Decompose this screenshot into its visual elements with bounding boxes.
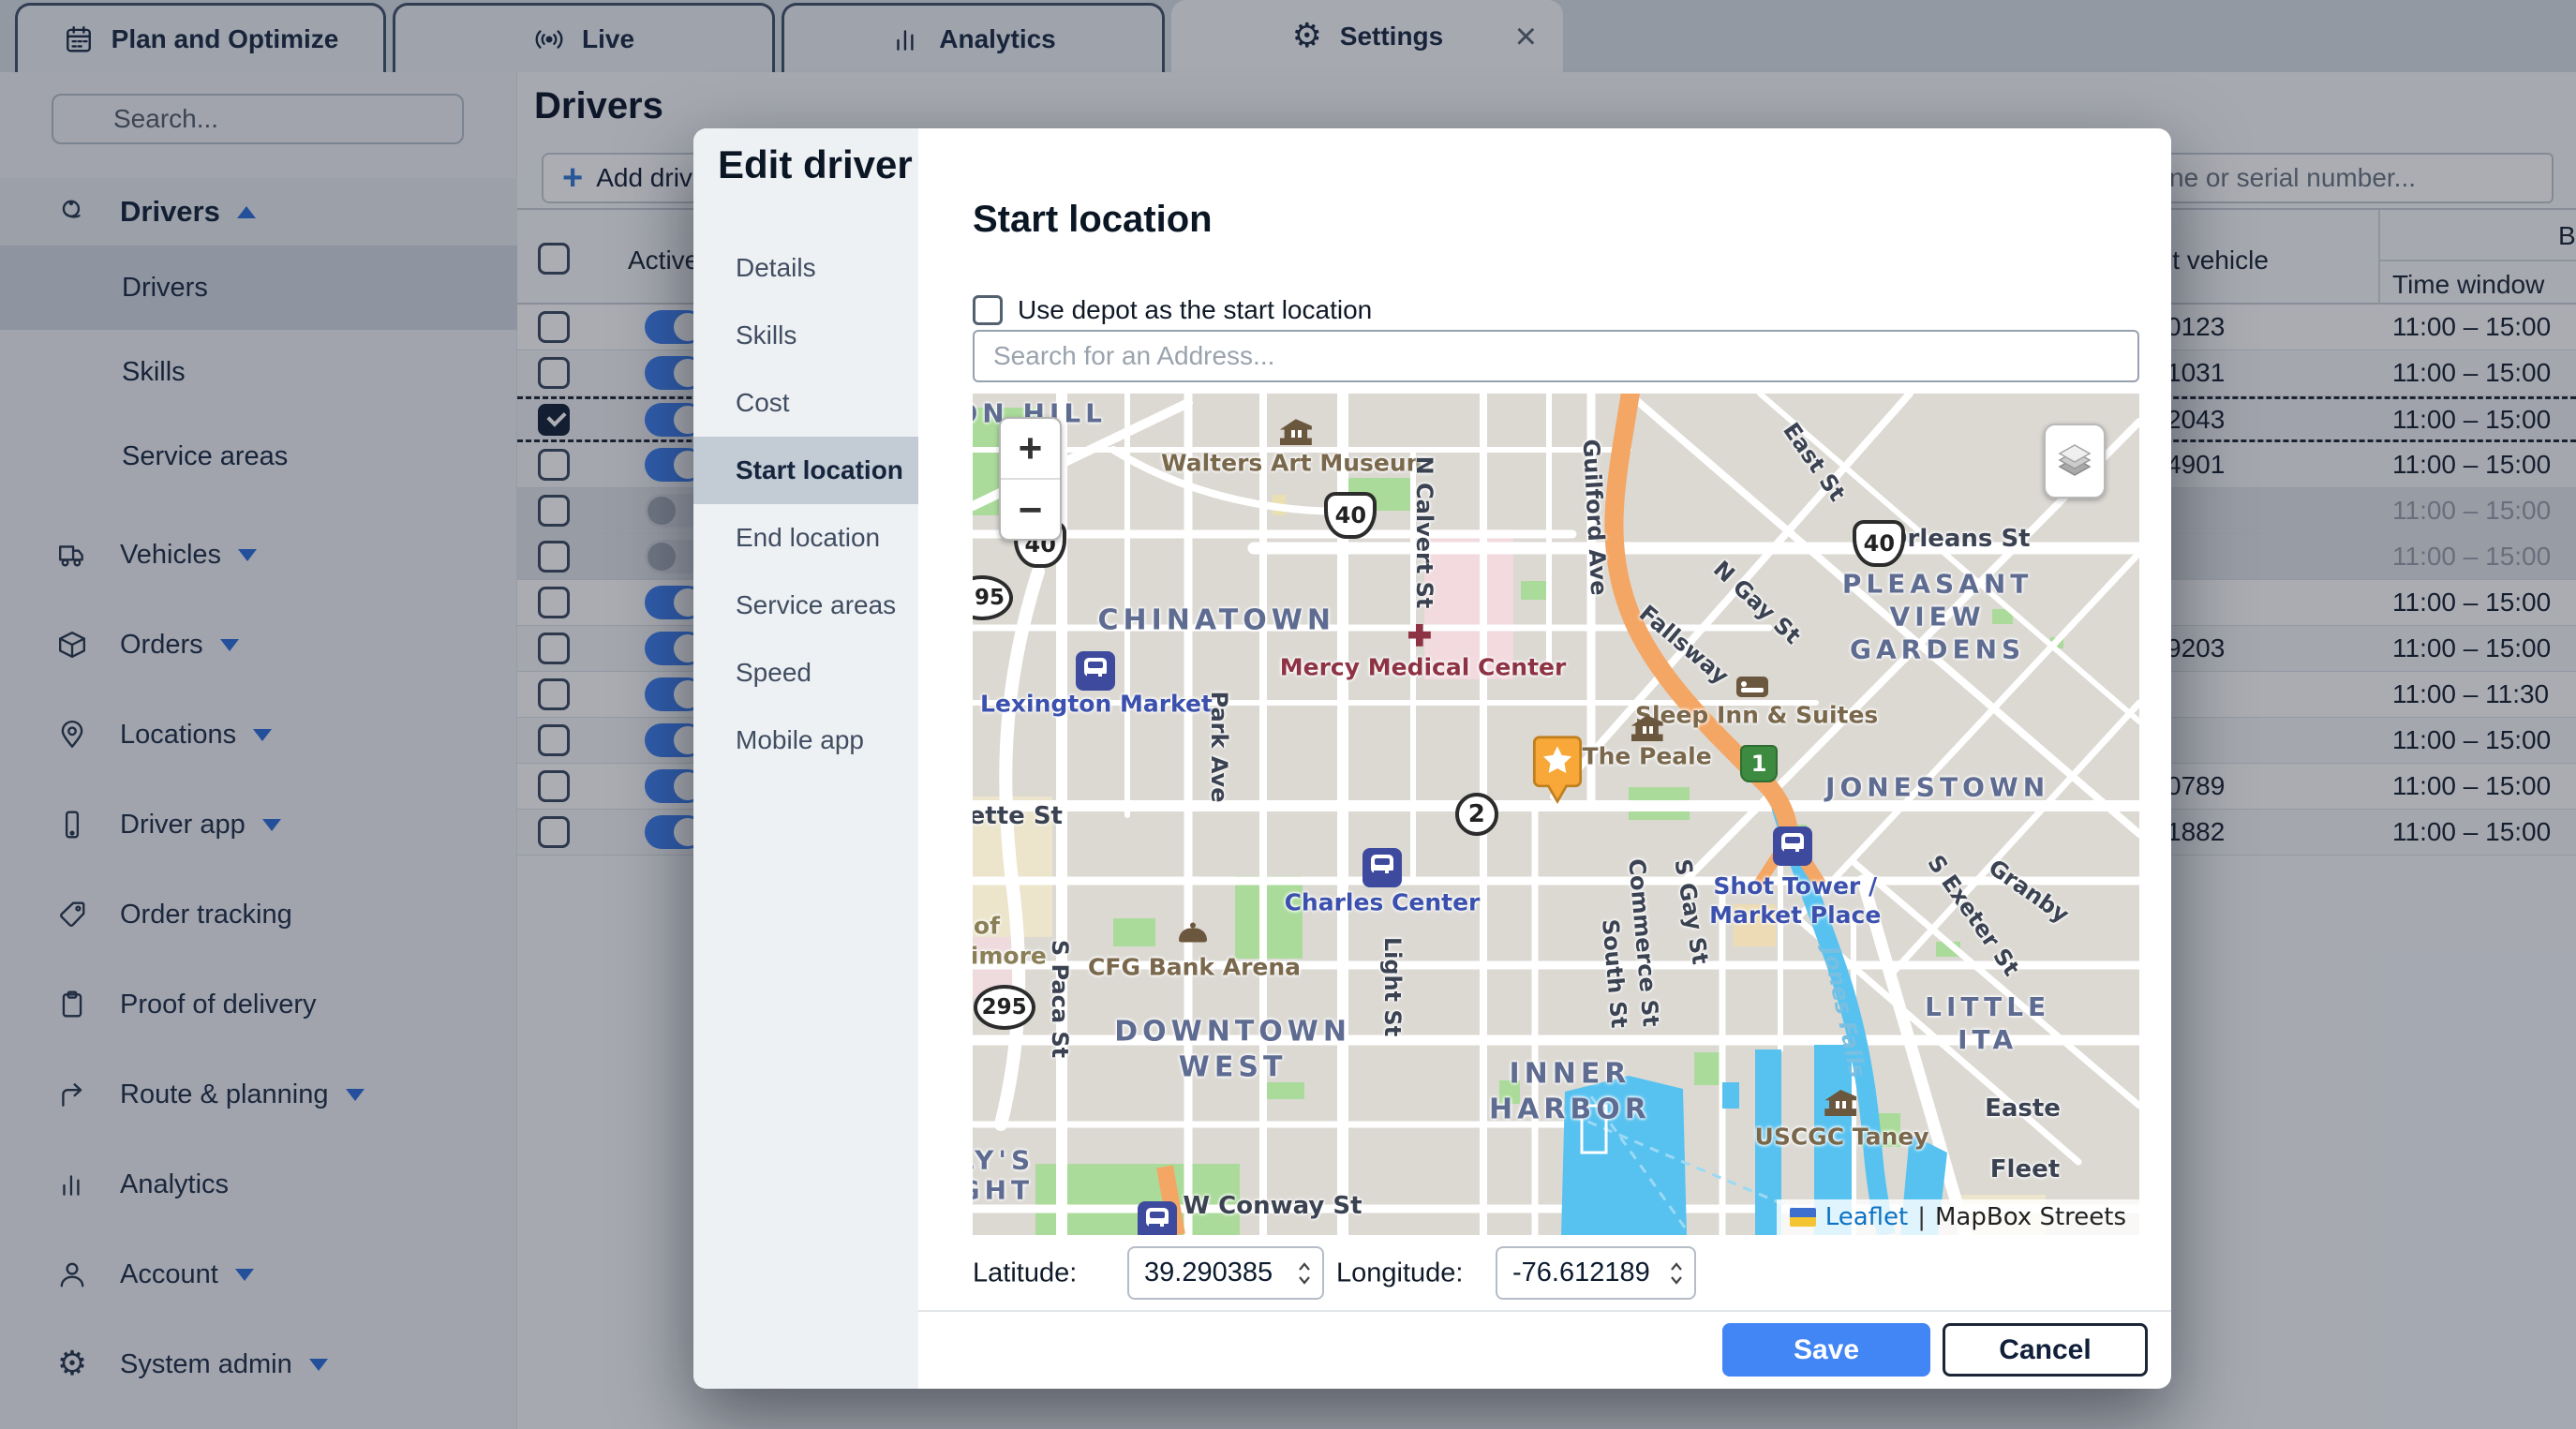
map-label: timore bbox=[973, 941, 1047, 970]
map-label: LITTLE ITA bbox=[1912, 990, 2063, 1056]
map-label: Lexington Market bbox=[980, 690, 1213, 719]
use-depot-checkbox[interactable] bbox=[973, 295, 1003, 325]
map-label: DOWNTOWN WEST bbox=[1114, 1015, 1351, 1085]
map-label: The Peale bbox=[1583, 741, 1712, 770]
latitude-input[interactable]: 39.290385 bbox=[1127, 1246, 1324, 1300]
modal-nav: DetailsSkillsCostStart locationEnd locat… bbox=[693, 128, 918, 1389]
route-shield-1: 1 bbox=[1740, 745, 1778, 782]
map-label: Shot Tower / Market Place bbox=[1709, 871, 1881, 930]
edit-driver-modal: DetailsSkillsCostStart locationEnd locat… bbox=[693, 128, 2171, 1389]
footer-divider bbox=[918, 1310, 2171, 1312]
spinner-icon[interactable] bbox=[1668, 1259, 1685, 1288]
transit-icon bbox=[1076, 651, 1115, 691]
map-label: INNER HARBOR bbox=[1489, 1057, 1651, 1127]
modal-nav-cost[interactable]: Cost bbox=[693, 369, 918, 437]
map-label: S Paca St bbox=[1046, 939, 1074, 1057]
layers-icon bbox=[2053, 439, 2096, 483]
map-label: W Conway St bbox=[1183, 1190, 1362, 1221]
map[interactable]: ON HILLWalters Art MuseumCHINATOWNMercy … bbox=[973, 394, 2139, 1235]
map-label: of bbox=[974, 912, 1000, 941]
map-label: Mercy Medical Center bbox=[1280, 652, 1567, 681]
map-label: JONESTOWN bbox=[1825, 771, 2049, 804]
map-label: CHINATOWN bbox=[1097, 603, 1334, 639]
modal-nav-details[interactable]: Details bbox=[693, 234, 918, 302]
longitude-input[interactable]: -76.612189 bbox=[1496, 1246, 1696, 1300]
map-label: Park Ave bbox=[1205, 692, 1233, 803]
map-label: USCGC Taney bbox=[1755, 1122, 1929, 1151]
transit-icon bbox=[1773, 826, 1812, 866]
zoom-out-button[interactable]: − bbox=[1001, 480, 1060, 541]
transit-icon bbox=[1362, 848, 1402, 887]
address-search-input[interactable]: Search for an Address... bbox=[973, 330, 2139, 382]
map-label: Light St bbox=[1378, 937, 1407, 1036]
map-label: Walters Art Museum bbox=[1161, 448, 1431, 477]
modal-title: Edit driver bbox=[718, 142, 913, 187]
route-shield-40: 40 bbox=[1324, 492, 1377, 539]
route-shield-40: 40 bbox=[1853, 520, 1905, 567]
transit-icon bbox=[1138, 1201, 1177, 1235]
layers-control[interactable] bbox=[2044, 424, 2106, 499]
depot-star-marker[interactable] bbox=[1531, 735, 1584, 809]
map-label: PLEASANT VIEW GARDENS bbox=[1837, 567, 2038, 665]
map-label: LY'S bbox=[973, 1144, 1035, 1177]
cancel-button[interactable]: Cancel bbox=[1943, 1323, 2148, 1377]
latitude-label: Latitude: bbox=[973, 1258, 1077, 1288]
route-shield-2: 2 bbox=[1455, 793, 1498, 836]
bed-icon bbox=[1736, 677, 1768, 697]
map-label: N Calvert St bbox=[1410, 456, 1438, 609]
leaflet-link[interactable]: Leaflet bbox=[1825, 1203, 1909, 1231]
modal-nav-service-areas[interactable]: Service areas bbox=[693, 572, 918, 639]
modal-nav-start-location[interactable]: Start location bbox=[693, 437, 918, 504]
map-label: yette St bbox=[973, 801, 1063, 832]
map-label: Fleet bbox=[1990, 1154, 2060, 1185]
modal-nav-end-location[interactable]: End location bbox=[693, 504, 918, 572]
spinner-icon[interactable] bbox=[1296, 1259, 1313, 1288]
modal-nav-speed[interactable]: Speed bbox=[693, 639, 918, 707]
map-zoom-control: + − bbox=[999, 417, 1062, 541]
map-label: CFG Bank Arena bbox=[1088, 953, 1301, 982]
map-label: Charles Center bbox=[1285, 888, 1481, 917]
map-attribution: Leaflet | MapBox Streets bbox=[1777, 1199, 2139, 1235]
route-shield-295: 295 bbox=[974, 985, 1035, 1030]
map-label: Orleans St bbox=[1886, 524, 2030, 555]
longitude-label: Longitude: bbox=[1336, 1258, 1463, 1288]
map-label: Sleep Inn & Suites bbox=[1635, 700, 1878, 729]
modal-nav-skills[interactable]: Skills bbox=[693, 302, 918, 369]
zoom-in-button[interactable]: + bbox=[1001, 419, 1060, 480]
use-depot-label: Use depot as the start location bbox=[1018, 295, 1372, 325]
ukraine-flag-icon bbox=[1790, 1208, 1816, 1227]
map-label: GHT bbox=[973, 1174, 1034, 1207]
panel-heading: Start location bbox=[973, 199, 1213, 241]
map-label: Easte bbox=[1985, 1094, 2061, 1124]
save-button[interactable]: Save bbox=[1722, 1323, 1930, 1377]
arena-icon bbox=[1179, 929, 1207, 943]
modal-nav-mobile-app[interactable]: Mobile app bbox=[693, 707, 918, 774]
